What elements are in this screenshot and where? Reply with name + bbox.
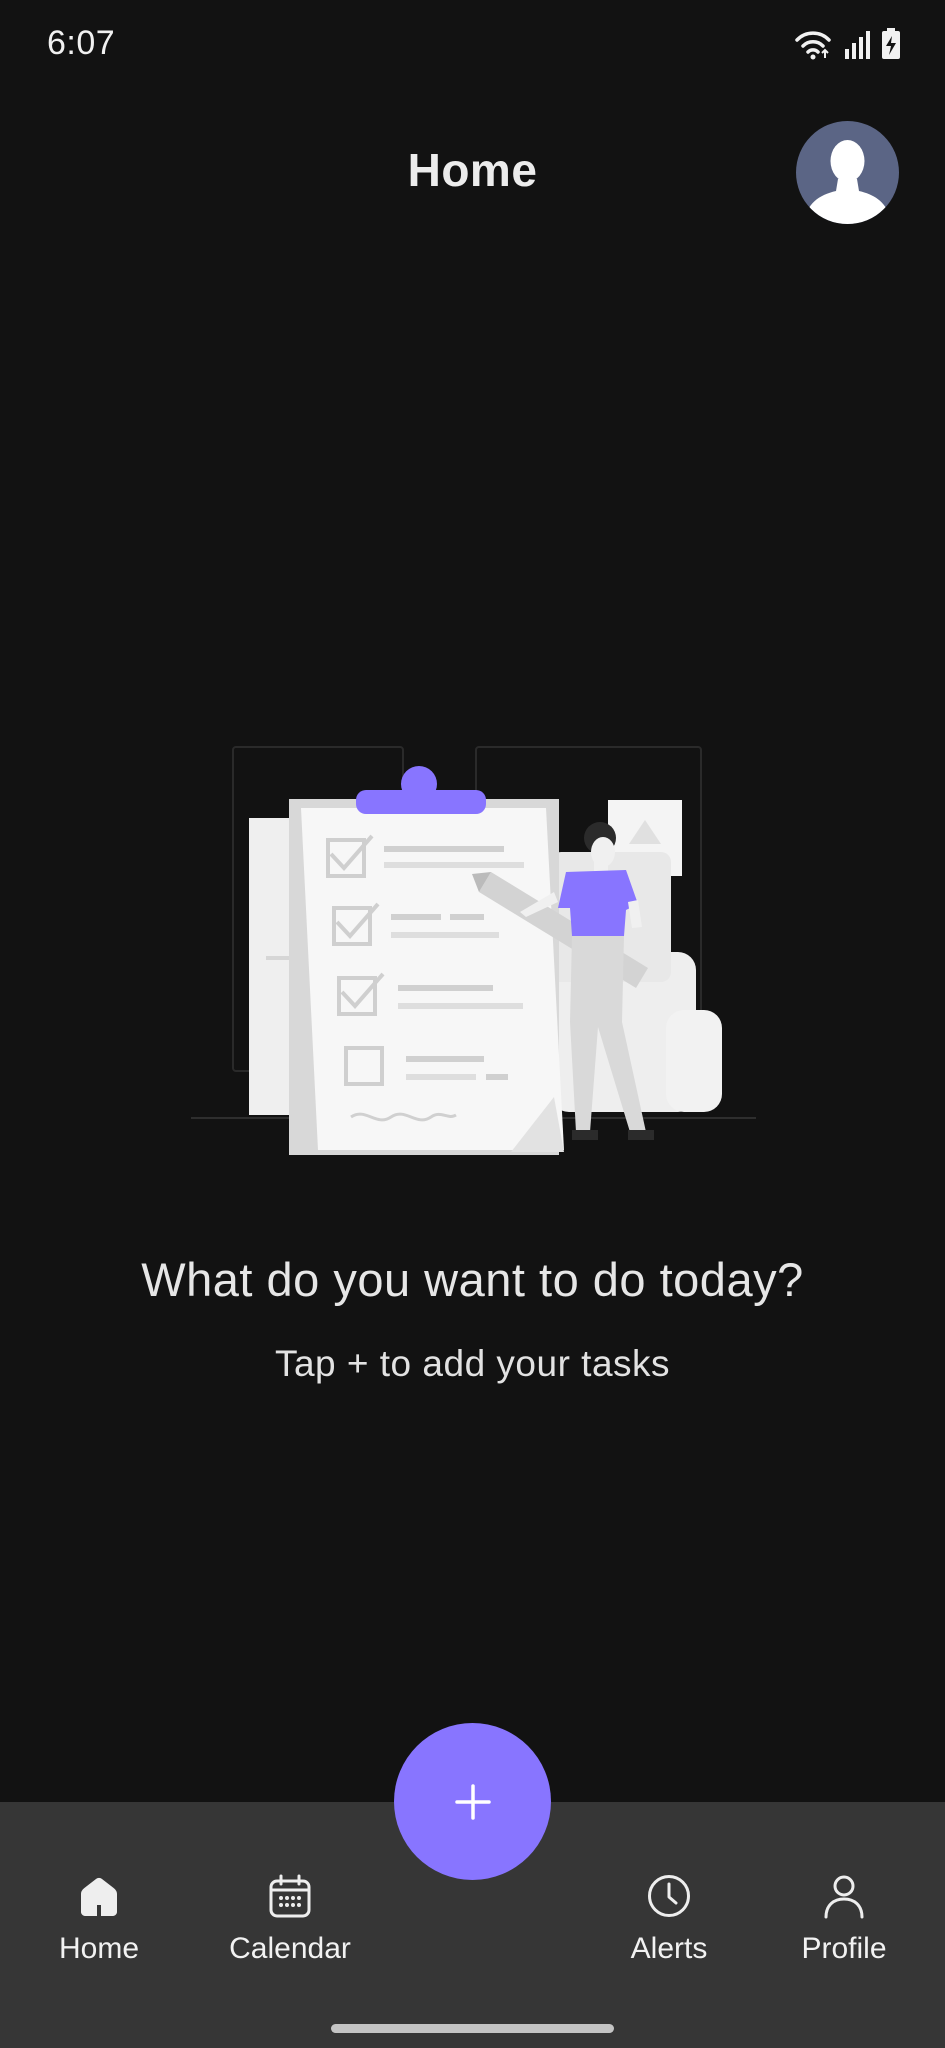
home-icon (81, 1877, 117, 1916)
user-avatar[interactable] (796, 121, 899, 224)
nav-item-profile[interactable]: Profile (764, 1872, 924, 1982)
calendar-icon (269, 1874, 311, 1918)
battery-charging-icon (882, 28, 900, 59)
home-indicator[interactable] (331, 2024, 614, 2033)
status-icons (793, 28, 901, 60)
nav-label-calendar: Calendar (229, 1932, 351, 1965)
nav-item-calendar[interactable]: Calendar (210, 1872, 370, 1982)
person-icon (824, 1875, 864, 1919)
nav-item-home[interactable]: Home (19, 1872, 179, 1982)
person-silhouette-icon (803, 140, 892, 224)
clock-icon (648, 1875, 690, 1917)
empty-state-title: What do you want to do today? (141, 1253, 804, 1306)
signal-icon (845, 31, 870, 59)
nav-label-home: Home (58, 1932, 140, 1965)
status-bar: 6:07 (0, 0, 945, 92)
empty-state-illustration (186, 742, 760, 1162)
empty-state-subtitle: Tap + to add your tasks (274, 1343, 671, 1384)
wifi-icon (795, 31, 831, 60)
nav-item-alerts[interactable]: Alerts (589, 1872, 749, 1982)
status-time: 6:07 (47, 24, 116, 62)
add-task-button[interactable] (394, 1723, 551, 1880)
nav-label-alerts: Alerts (630, 1932, 708, 1965)
plus-icon (454, 1783, 491, 1820)
nav-label-profile: Profile (801, 1932, 887, 1965)
